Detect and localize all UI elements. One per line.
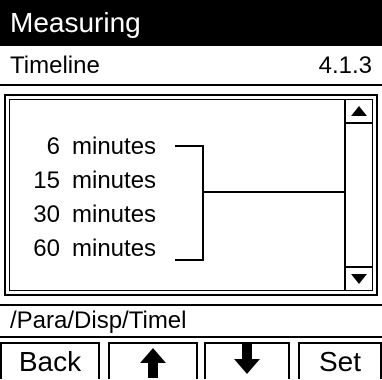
back-button[interactable]: Back — [0, 342, 100, 379]
subheader: Timeline 4.1.3 — [0, 46, 382, 86]
up-button[interactable] — [108, 342, 198, 379]
scroll-down-icon[interactable] — [346, 266, 372, 290]
breadcrumb: /Para/Disp/Timel — [0, 304, 382, 338]
arrow-up-icon — [140, 348, 166, 378]
title-bar: Measuring — [0, 0, 382, 46]
scroll-up-icon[interactable] — [346, 100, 372, 124]
menu-code: 4.1.3 — [318, 52, 372, 79]
arrow-down-icon — [234, 344, 260, 374]
scrollbar[interactable] — [344, 100, 372, 290]
timeline-panel: 6 minutes 15 minutes 30 minutes 60 minutes — [4, 94, 378, 296]
page-title: Measuring — [10, 7, 141, 38]
menu-title: Timeline — [10, 52, 100, 79]
down-button[interactable] — [204, 342, 290, 379]
timeline-panel-inner: 6 minutes 15 minutes 30 minutes 60 minutes — [9, 99, 373, 291]
bracket-lines — [175, 145, 346, 261]
softkey-bar: Back Set — [0, 338, 382, 379]
set-button[interactable]: Set — [298, 342, 382, 379]
